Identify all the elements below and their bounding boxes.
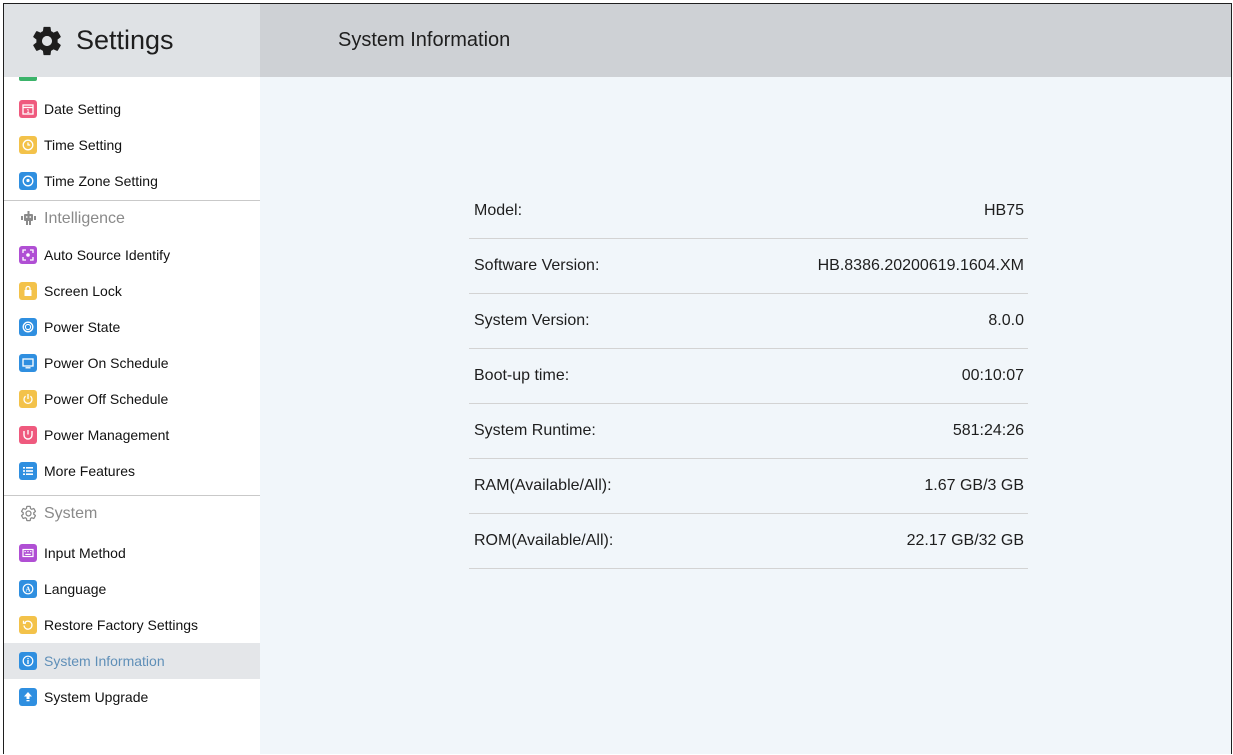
sidebar-header: Settings (4, 4, 260, 77)
info-row-ram: RAM(Available/All): 1.67 GB/3 GB (469, 459, 1028, 514)
lock-icon (19, 282, 37, 300)
sidebar[interactable]: 1 Date Setting Time Setting Time Zone Se… (4, 77, 260, 754)
settings-window: Settings System Information 1 Date Setti… (3, 3, 1232, 754)
sidebar-item-label: Date Setting (44, 101, 122, 117)
partial-label (52, 77, 242, 79)
app-title: Settings (76, 25, 174, 55)
sidebar-item-label: Time Zone Setting (44, 173, 158, 189)
sidebar-item-power-state[interactable]: Power State (4, 309, 260, 345)
sidebar-item-input-method[interactable]: Input Method (4, 535, 260, 571)
info-row-model: Model: HB75 (469, 184, 1028, 239)
sidebar-item-label: Time Setting (44, 137, 123, 153)
sidebar-item-partial[interactable] (4, 77, 260, 82)
system-info-table: Model: HB75 Software Version: HB.8386.20… (469, 184, 1028, 569)
sidebar-item-label: Power On Schedule (44, 355, 169, 371)
info-value: HB75 (983, 202, 1024, 219)
sidebar-item-language[interactable]: A Language (4, 571, 260, 607)
restore-icon (19, 616, 37, 634)
power-state-icon (19, 318, 37, 336)
section-intelligence: Intelligence (4, 200, 260, 236)
info-label: ROM(Available/All): (474, 532, 614, 549)
location-icon (19, 172, 37, 190)
info-label: Model: (474, 202, 523, 219)
sidebar-item-more-features[interactable]: More Features (4, 453, 260, 489)
sidebar-item-system-information[interactable]: System Information (4, 643, 260, 679)
sidebar-item-label: Restore Factory Settings (44, 617, 199, 633)
gear-icon (33, 26, 61, 55)
info-label: System Version: (474, 312, 590, 329)
svg-text:1: 1 (27, 109, 30, 115)
section-label: System (44, 504, 98, 522)
system-gear-icon (20, 505, 37, 522)
sidebar-item-time-zone-setting[interactable]: Time Zone Setting (4, 163, 260, 199)
section-system: System (4, 495, 260, 531)
sidebar-item-label: System Information (44, 653, 165, 669)
sidebar-item-label: Screen Lock (44, 283, 122, 299)
info-label: Boot-up time: (474, 367, 570, 384)
info-label: System Runtime: (474, 422, 596, 439)
sidebar-item-screen-lock[interactable]: Screen Lock (4, 273, 260, 309)
monitor-icon (19, 354, 37, 372)
clock-icon (19, 136, 37, 154)
info-row-boot-up-time: Boot-up time: 00:10:07 (469, 349, 1028, 404)
source-icon (19, 246, 37, 264)
sidebar-item-label: Language (44, 581, 107, 597)
svg-text:A: A (25, 586, 30, 594)
sidebar-item-label: Auto Source Identify (44, 247, 171, 263)
language-icon: A (19, 580, 37, 598)
list-icon (19, 462, 37, 480)
power-management-icon (19, 426, 37, 444)
sidebar-item-label: Power Management (44, 427, 170, 443)
info-value: 8.0.0 (988, 312, 1024, 329)
sidebar-item-label: System Upgrade (44, 689, 149, 705)
info-value: 581:24:26 (952, 422, 1024, 439)
info-value: 00:10:07 (961, 367, 1024, 384)
keyboard-icon (19, 544, 37, 562)
sidebar-item-label: Input Method (44, 545, 126, 561)
sidebar-item-auto-source-identify[interactable]: Auto Source Identify (4, 237, 260, 273)
section-label: Intelligence (44, 209, 125, 227)
sidebar-item-system-upgrade[interactable]: System Upgrade (4, 679, 260, 715)
info-row-rom: ROM(Available/All): 22.17 GB/32 GB (469, 514, 1028, 569)
main-content: Model: HB75 Software Version: HB.8386.20… (260, 77, 1231, 754)
partial-icon (19, 77, 37, 81)
calendar-icon: 1 (19, 100, 37, 118)
sidebar-item-date-setting[interactable]: 1 Date Setting (4, 91, 260, 127)
sidebar-item-power-on-schedule[interactable]: Power On Schedule (4, 345, 260, 381)
top-bar: System Information (260, 4, 1231, 77)
sidebar-item-restore-factory-settings[interactable]: Restore Factory Settings (4, 607, 260, 643)
sidebar-item-label: Power Off Schedule (44, 391, 169, 407)
info-label: Software Version: (474, 257, 600, 274)
sidebar-item-power-management[interactable]: Power Management (4, 417, 260, 453)
info-label: RAM(Available/All): (474, 477, 612, 494)
upgrade-icon (19, 688, 37, 706)
info-row-software-version: Software Version: HB.8386.20200619.1604.… (469, 239, 1028, 294)
info-row-system-runtime: System Runtime: 581:24:26 (469, 404, 1028, 459)
sidebar-item-time-setting[interactable]: Time Setting (4, 127, 260, 163)
sidebar-item-label: Power State (44, 319, 121, 335)
info-value: 1.67 GB/3 GB (924, 477, 1024, 494)
sidebar-item-power-off-schedule[interactable]: Power Off Schedule (4, 381, 260, 417)
power-icon (19, 390, 37, 408)
robot-icon (21, 211, 36, 225)
info-icon (19, 652, 37, 670)
page-title: System Information (338, 29, 511, 51)
info-value: 22.17 GB/32 GB (906, 532, 1024, 549)
sidebar-item-label: More Features (44, 463, 136, 479)
info-value: HB.8386.20200619.1604.XM (817, 257, 1024, 274)
info-row-system-version: System Version: 8.0.0 (469, 294, 1028, 349)
